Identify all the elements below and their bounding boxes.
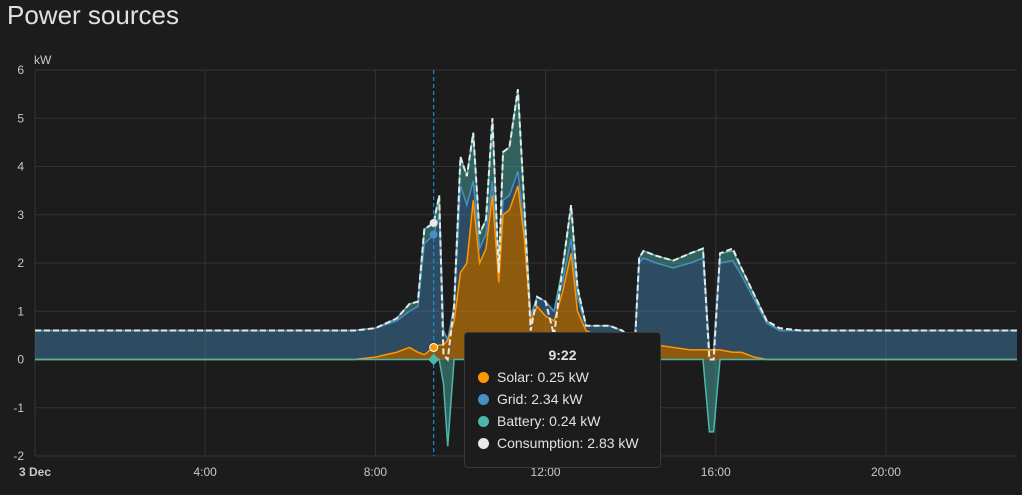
y-tick-label: 1 bbox=[17, 304, 24, 318]
y-tick-label: -1 bbox=[13, 401, 24, 415]
battery-legend-dot bbox=[478, 415, 489, 427]
consumption-legend-dot bbox=[478, 437, 489, 449]
tooltip-solar-label: Solar: 0.25 kW bbox=[497, 369, 589, 385]
grid-legend-dot bbox=[478, 393, 489, 405]
y-axis-unit: kW bbox=[34, 53, 52, 67]
tooltip-battery-label: Battery: 0.24 kW bbox=[497, 413, 601, 429]
tooltip-time: 9:22 bbox=[548, 347, 577, 363]
y-tick-label: 3 bbox=[17, 208, 24, 222]
tooltip-row-battery: Battery: 0.24 kW bbox=[465, 410, 660, 432]
chart-tooltip: 9:22 Solar: 0.25 kW Grid: 2.34 kW Batter… bbox=[464, 332, 661, 468]
y-tick-label: 5 bbox=[17, 111, 24, 125]
tooltip-row-grid: Grid: 2.34 kW bbox=[465, 388, 660, 410]
grid-point bbox=[429, 230, 438, 239]
y-tick-label: 4 bbox=[17, 160, 24, 174]
solar-point bbox=[429, 342, 439, 352]
x-tick-label: 16:00 bbox=[701, 465, 731, 479]
x-tick-label: 8:00 bbox=[364, 465, 388, 479]
x-tick-label: 3 Dec bbox=[19, 465, 51, 479]
tooltip-row-consumption: Consumption: 2.83 kW bbox=[465, 432, 660, 454]
tooltip-row-solar: Solar: 0.25 kW bbox=[465, 366, 660, 388]
tooltip-consumption-label: Consumption: 2.83 kW bbox=[497, 435, 639, 451]
y-tick-label: -2 bbox=[13, 449, 24, 463]
y-tick-label: 0 bbox=[17, 353, 24, 367]
solar-legend-dot bbox=[478, 371, 489, 383]
y-tick-label: 6 bbox=[17, 63, 24, 77]
y-tick-label: 2 bbox=[17, 256, 24, 270]
x-tick-label: 20:00 bbox=[871, 465, 901, 479]
tooltip-grid-label: Grid: 2.34 kW bbox=[497, 391, 583, 407]
consumption-point bbox=[429, 218, 438, 227]
x-tick-label: 4:00 bbox=[194, 465, 218, 479]
